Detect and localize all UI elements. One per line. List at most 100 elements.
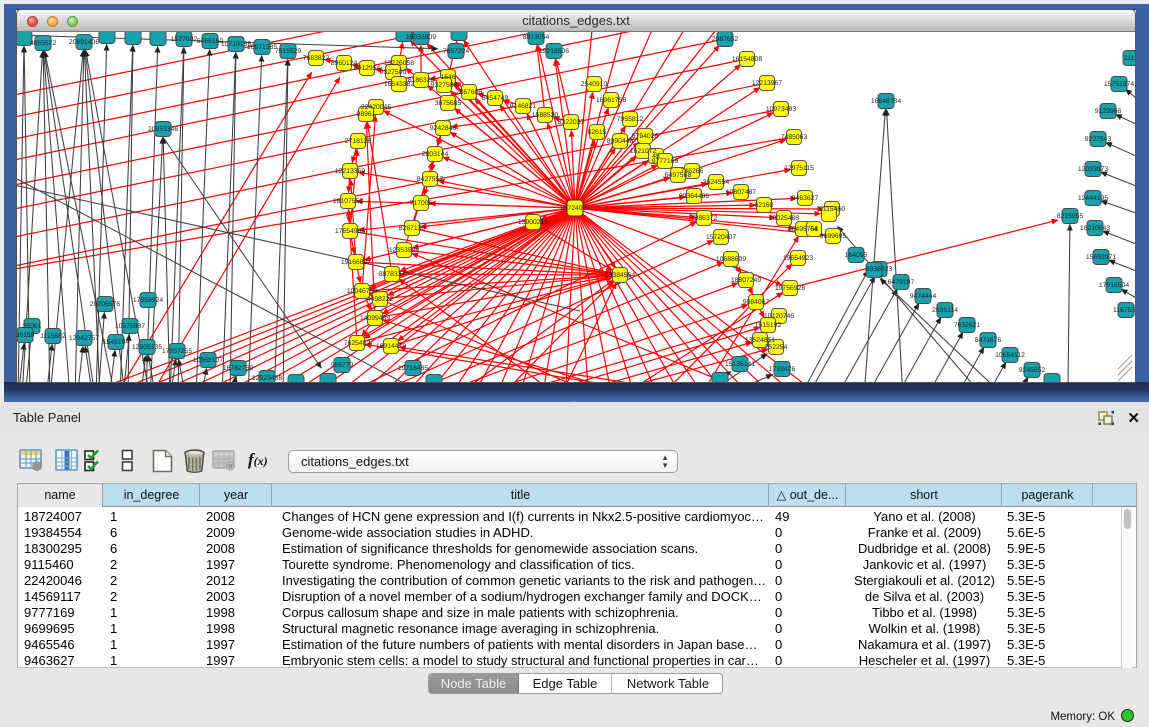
svg-text:8813054: 8813054 bbox=[523, 34, 550, 41]
svg-text:15751074: 15751074 bbox=[1104, 81, 1134, 88]
svg-text:16033809: 16033809 bbox=[406, 34, 436, 41]
svg-text:16154808: 16154808 bbox=[732, 56, 762, 63]
svg-text:15900215: 15900215 bbox=[518, 219, 548, 226]
svg-text:717006: 717006 bbox=[410, 200, 433, 207]
svg-text:8938923: 8938923 bbox=[866, 266, 893, 273]
svg-text:2718126: 2718126 bbox=[345, 138, 372, 145]
svg-text:7986372: 7986372 bbox=[691, 215, 718, 222]
svg-text:8471676: 8471676 bbox=[975, 337, 1002, 344]
svg-text:9699695: 9699695 bbox=[820, 233, 847, 240]
svg-text:10046756: 10046756 bbox=[347, 288, 377, 295]
svg-text:965779: 965779 bbox=[331, 362, 354, 369]
svg-text:20364486: 20364486 bbox=[679, 193, 709, 200]
svg-text:7663822: 7663822 bbox=[303, 55, 330, 62]
svg-text:16210643: 16210643 bbox=[1080, 225, 1110, 232]
svg-text:2087652: 2087652 bbox=[712, 36, 739, 43]
svg-text:9245652: 9245652 bbox=[1019, 367, 1046, 374]
svg-text:8912954: 8912954 bbox=[354, 65, 381, 72]
svg-text:2867608: 2867608 bbox=[456, 89, 483, 96]
svg-text:19384554: 19384554 bbox=[605, 272, 635, 279]
svg-text:8990448: 8990448 bbox=[607, 138, 634, 145]
svg-text:9084067: 9084067 bbox=[743, 299, 770, 306]
svg-text:12093873: 12093873 bbox=[1078, 166, 1108, 173]
svg-text:1615192: 1615192 bbox=[755, 322, 782, 329]
svg-text:7632621: 7632621 bbox=[954, 322, 981, 329]
svg-text:14099489: 14099489 bbox=[360, 315, 390, 322]
svg-text:6479197: 6479197 bbox=[888, 279, 915, 286]
svg-text:9777169: 9777169 bbox=[652, 158, 679, 165]
svg-text:8215955: 8215955 bbox=[1057, 213, 1084, 220]
svg-text:9146821: 9146821 bbox=[510, 103, 537, 110]
svg-text:7515529: 7515529 bbox=[275, 48, 302, 55]
svg-text:12942757: 12942757 bbox=[69, 335, 99, 342]
svg-text:19166827: 19166827 bbox=[341, 259, 371, 266]
svg-text:12975115: 12975115 bbox=[784, 165, 814, 172]
svg-text:8427552: 8427552 bbox=[417, 176, 444, 183]
svg-text:12213369: 12213369 bbox=[335, 168, 365, 175]
svg-text:16671385: 16671385 bbox=[247, 44, 277, 51]
svg-text:16782759: 16782759 bbox=[223, 365, 253, 372]
svg-text:19756928: 19756928 bbox=[775, 285, 805, 292]
svg-text:19718485: 19718485 bbox=[398, 365, 428, 372]
svg-text:12444195: 12444195 bbox=[1078, 195, 1108, 202]
svg-text:17359924: 17359924 bbox=[133, 297, 163, 304]
svg-text:2540910: 2540910 bbox=[581, 81, 608, 88]
svg-text:9242848: 9242848 bbox=[430, 125, 457, 132]
svg-text:62160: 62160 bbox=[755, 202, 774, 209]
svg-text:3624554: 3624554 bbox=[703, 179, 730, 186]
svg-text:10807487: 10807487 bbox=[726, 189, 756, 196]
svg-text:7625402: 7625402 bbox=[344, 340, 371, 347]
svg-text:15136141: 15136141 bbox=[725, 361, 755, 368]
svg-text:20206576: 20206576 bbox=[90, 301, 120, 308]
svg-text:12905135: 12905135 bbox=[132, 344, 162, 351]
svg-text:10958107: 10958107 bbox=[193, 357, 223, 364]
svg-text:10973493: 10973493 bbox=[766, 106, 796, 113]
svg-text:9463627: 9463627 bbox=[792, 195, 819, 202]
svg-text:9115460: 9115460 bbox=[819, 206, 845, 213]
svg-text:8878334: 8878334 bbox=[379, 271, 406, 278]
svg-text:4055572: 4055572 bbox=[30, 40, 57, 47]
svg-text:9227543: 9227543 bbox=[1085, 136, 1112, 143]
svg-text:1527602: 1527602 bbox=[171, 36, 198, 43]
svg-text:2935114: 2935114 bbox=[932, 307, 958, 314]
svg-text:252254: 252254 bbox=[765, 344, 788, 351]
svg-text:17654985: 17654985 bbox=[335, 228, 365, 235]
svg-text:12353594: 12353594 bbox=[389, 247, 419, 254]
svg-text:18807249: 18807249 bbox=[731, 277, 761, 284]
svg-text:10654112: 10654112 bbox=[995, 352, 1025, 359]
svg-text:16961758: 16961758 bbox=[596, 97, 626, 104]
svg-text:10120746: 10120746 bbox=[764, 313, 794, 320]
svg-text:19654923: 19654923 bbox=[783, 255, 813, 262]
svg-text:1546: 1546 bbox=[440, 74, 455, 81]
svg-text:1733426: 1733426 bbox=[769, 366, 796, 373]
svg-text:1112: 1112 bbox=[1124, 55, 1135, 62]
svg-text:9327508: 9327508 bbox=[431, 82, 458, 89]
svg-text:4498222: 4498222 bbox=[367, 296, 394, 303]
svg-text:39159: 39159 bbox=[17, 332, 35, 339]
svg-text:1167533: 1167533 bbox=[1113, 307, 1135, 314]
svg-text:6794028: 6794028 bbox=[632, 133, 659, 140]
svg-text:7485063: 7485063 bbox=[781, 134, 808, 141]
svg-text:16914479: 16914479 bbox=[376, 343, 406, 350]
svg-text:10688609: 10688609 bbox=[716, 256, 746, 263]
svg-text:9474444: 9474444 bbox=[910, 293, 937, 300]
svg-text:12213967: 12213967 bbox=[752, 80, 782, 87]
svg-text:17957255: 17957255 bbox=[162, 348, 192, 355]
svg-text:6466160: 6466160 bbox=[197, 38, 224, 45]
svg-text:7955812: 7955812 bbox=[617, 116, 644, 123]
svg-text:17016504: 17016504 bbox=[1099, 282, 1129, 289]
svg-text:35061: 35061 bbox=[23, 323, 42, 330]
svg-text:164095: 164095 bbox=[845, 252, 868, 259]
svg-text:20953346: 20953346 bbox=[148, 126, 178, 133]
svg-text:9327500: 9327500 bbox=[380, 69, 407, 76]
svg-text:9129966: 9129966 bbox=[1095, 108, 1122, 115]
svg-text:1545194: 1545194 bbox=[103, 339, 130, 346]
svg-text:16107553: 16107553 bbox=[333, 198, 363, 205]
svg-text:2803144: 2803144 bbox=[422, 151, 449, 158]
svg-text:1588520: 1588520 bbox=[532, 112, 559, 119]
svg-text:10975887: 10975887 bbox=[115, 323, 145, 330]
svg-text:18724007: 18724007 bbox=[560, 205, 590, 212]
svg-text:8267130: 8267130 bbox=[399, 225, 426, 232]
svg-text:8322037: 8322037 bbox=[558, 119, 585, 126]
svg-text:1115682: 1115682 bbox=[40, 333, 66, 340]
